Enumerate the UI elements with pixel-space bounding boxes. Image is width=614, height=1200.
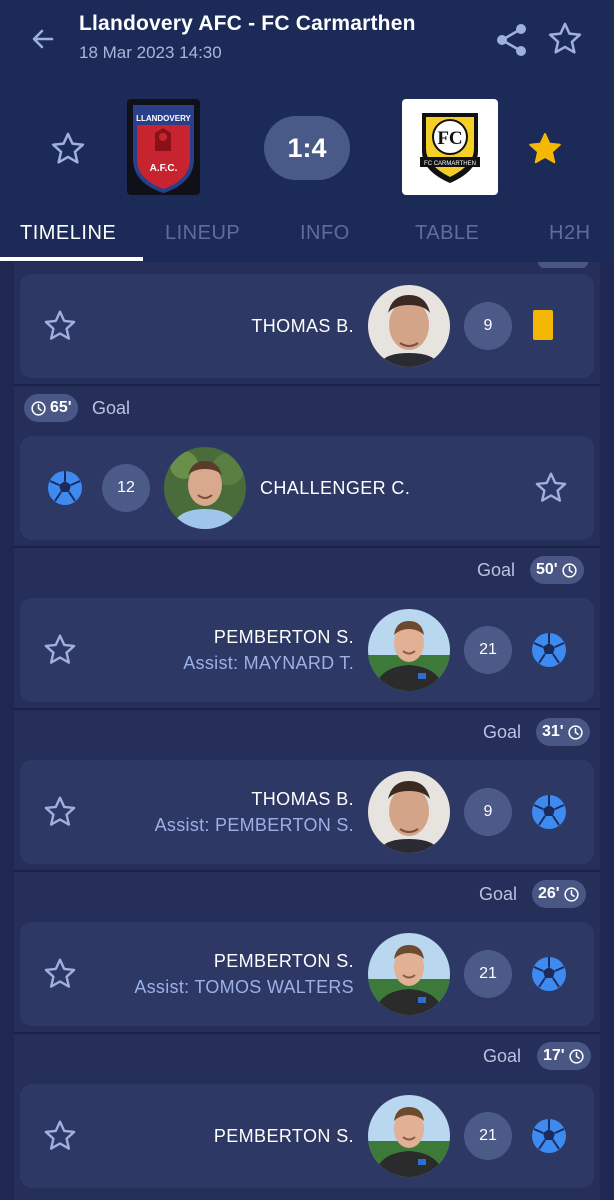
event-separator xyxy=(14,546,600,548)
player-name: THOMAS B. xyxy=(251,789,354,809)
football-icon xyxy=(532,1119,566,1153)
tab-lineup[interactable]: LINEUP xyxy=(165,222,240,245)
assist-text: Assist: MAYNARD T. xyxy=(183,653,354,673)
match-header: Llandovery AFC - FC Carmarthen 18 Mar 20… xyxy=(0,0,614,262)
previous-minute-badge xyxy=(538,262,588,268)
player-name: PEMBERTON S. xyxy=(213,1126,354,1146)
event-minute: 26' xyxy=(538,885,560,902)
event-minute-badge: 65' xyxy=(24,394,78,422)
event-minute: 65' xyxy=(50,399,72,416)
event-type-label: Goal xyxy=(92,398,131,418)
tab-timeline[interactable]: TIMELINE xyxy=(20,222,116,245)
football-icon xyxy=(48,471,82,505)
event-minute-badge: 50' xyxy=(530,556,584,584)
event-type-label: Goal xyxy=(483,1046,522,1066)
player-name: THOMAS B. xyxy=(251,316,354,336)
favorite-player-star-icon[interactable] xyxy=(42,308,78,344)
timeline-event-card[interactable]: PEMBERTON S. Assist: TOMOS WALTERS 21 xyxy=(20,922,594,1026)
timeline-event-card[interactable]: THOMAS B. 9 xyxy=(20,274,594,378)
favorite-player-star-icon[interactable] xyxy=(42,794,78,830)
event-minute: 50' xyxy=(536,561,558,578)
favorite-player-star-icon[interactable] xyxy=(42,632,78,668)
event-minute-badge: 31' xyxy=(536,718,590,746)
player-name: CHALLENGER C. xyxy=(260,478,411,498)
timeline-event-card[interactable]: 12 CHALLENGER C. xyxy=(20,436,594,540)
football-icon xyxy=(532,957,566,991)
match-title: Llandovery AFC - FC Carmarthen xyxy=(79,12,416,35)
player-avatar[interactable] xyxy=(164,447,246,529)
favorite-player-star-icon[interactable] xyxy=(42,956,78,992)
player-name: PEMBERTON S. xyxy=(213,951,354,971)
shirt-number-badge: 9 xyxy=(464,302,512,350)
event-separator xyxy=(14,384,600,386)
favorite-player-star-icon[interactable] xyxy=(42,1118,78,1154)
clock-icon xyxy=(561,562,577,578)
tab-table[interactable]: TABLE xyxy=(415,222,479,245)
yellow-card-icon xyxy=(533,310,553,340)
event-minute: 31' xyxy=(542,723,564,740)
event-type-label: Goal xyxy=(477,560,516,580)
clock-icon xyxy=(568,1048,584,1064)
timeline-event-card[interactable]: PEMBERTON S. Assist: MAYNARD T. 21 xyxy=(20,598,594,702)
home-team-crest[interactable]: LLANDOVERY A.F.C. xyxy=(127,99,200,195)
shirt-number-badge: 21 xyxy=(464,950,512,998)
player-avatar[interactable] xyxy=(368,285,450,367)
timeline-event-card[interactable]: PEMBERTON S. 21 xyxy=(20,1084,594,1188)
football-icon xyxy=(532,633,566,667)
active-tab-indicator xyxy=(0,257,143,261)
assist-text: Assist: PEMBERTON S. xyxy=(154,815,354,835)
home-crest-afc: A.F.C. xyxy=(150,163,178,174)
shirt-number-badge: 9 xyxy=(464,788,512,836)
event-type-label: Goal xyxy=(479,884,518,904)
favorite-match-star-icon[interactable] xyxy=(546,20,584,58)
away-team-crest[interactable]: FC FC CARMARTHEN xyxy=(402,99,498,195)
player-avatar[interactable] xyxy=(368,933,450,1015)
back-arrow-icon[interactable] xyxy=(26,22,60,56)
shirt-number-badge: 21 xyxy=(464,626,512,674)
event-minute: 17' xyxy=(543,1047,565,1064)
timeline-event-card[interactable]: THOMAS B. Assist: PEMBERTON S. 9 xyxy=(20,760,594,864)
shirt-number-badge: 12 xyxy=(102,464,150,512)
clock-icon xyxy=(567,724,583,740)
player-avatar[interactable] xyxy=(368,1095,450,1177)
event-separator xyxy=(14,870,600,872)
player-name: PEMBERTON S. xyxy=(213,627,354,647)
event-separator xyxy=(14,708,600,710)
away-crest-caption: FC CARMARTHEN xyxy=(424,161,476,167)
timeline-list[interactable]: THOMAS B. 9 65' Goal 12 CHALLENGER C. Go… xyxy=(0,262,614,1200)
tab-bar: TIMELINE LINEUP INFO TABLE H2H xyxy=(0,212,614,262)
clock-icon xyxy=(31,400,46,416)
match-datetime: 18 Mar 2023 14:30 xyxy=(79,43,222,62)
share-icon[interactable] xyxy=(492,20,532,60)
event-separator xyxy=(14,1032,600,1034)
event-type-label: Goal xyxy=(483,722,522,742)
favorite-away-team-star-icon[interactable] xyxy=(526,130,564,168)
player-avatar[interactable] xyxy=(368,609,450,691)
player-avatar[interactable] xyxy=(368,771,450,853)
tab-info[interactable]: INFO xyxy=(300,222,350,245)
tab-h2h[interactable]: H2H xyxy=(549,222,591,245)
clock-icon xyxy=(563,886,579,902)
shirt-number-badge: 21 xyxy=(464,1112,512,1160)
assist-text: Assist: TOMOS WALTERS xyxy=(134,977,354,997)
home-crest-text: LLANDOVERY xyxy=(136,114,191,123)
event-minute-badge: 26' xyxy=(532,880,586,908)
score-badge: 1:4 xyxy=(264,116,350,180)
favorite-player-star-icon[interactable] xyxy=(533,470,569,506)
event-minute-badge: 17' xyxy=(537,1042,591,1070)
favorite-home-team-star-icon[interactable] xyxy=(49,130,87,168)
football-icon xyxy=(532,795,566,829)
away-crest-text: FC xyxy=(437,128,462,149)
